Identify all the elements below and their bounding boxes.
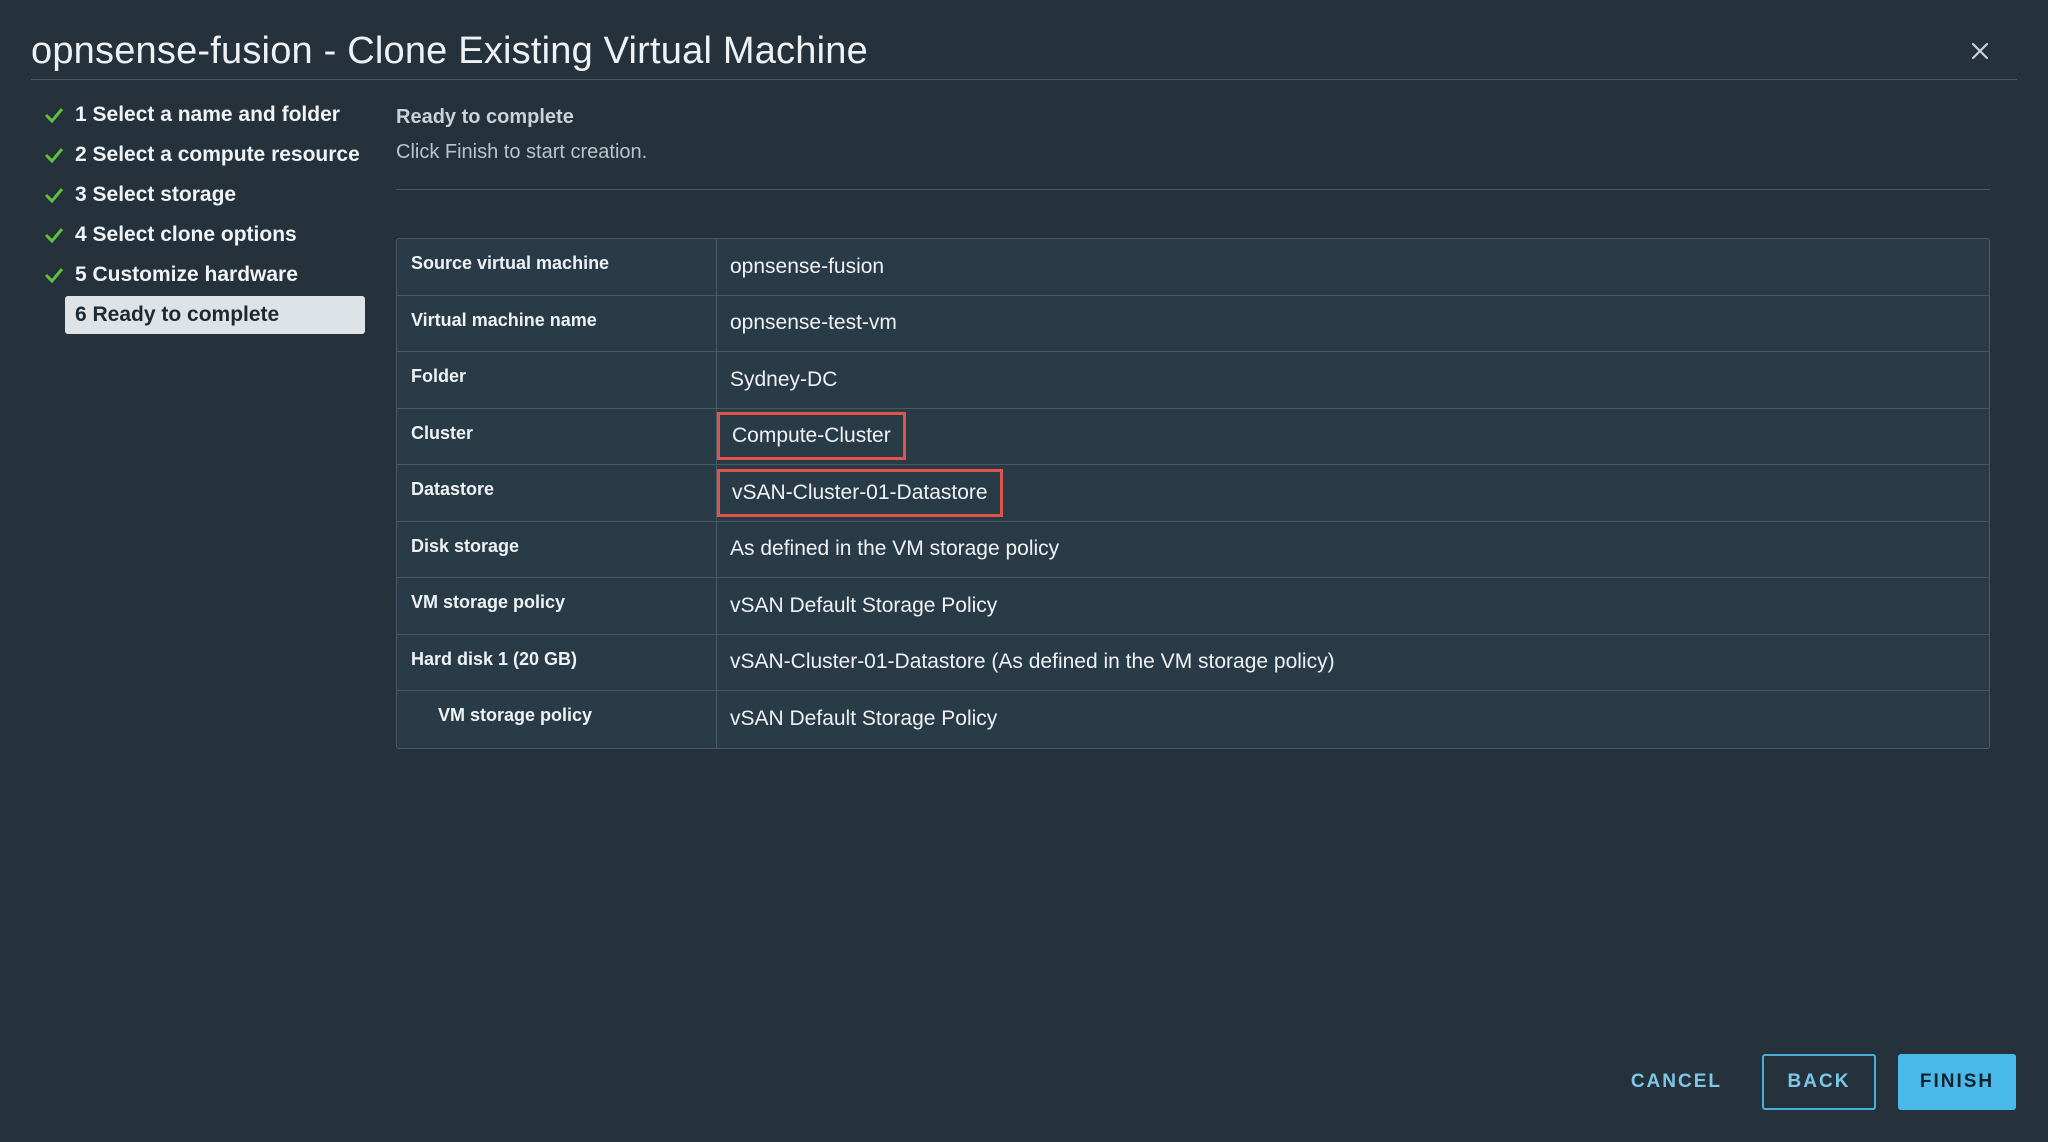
highlighted-value: Compute-Cluster xyxy=(717,412,906,461)
finish-button[interactable]: FINISH xyxy=(1898,1054,2016,1110)
table-row: Source virtual machine opnsense-fusion xyxy=(397,239,1989,296)
check-icon xyxy=(44,188,64,204)
dialog-header: opnsense-fusion - Clone Existing Virtual… xyxy=(31,22,2017,80)
step-label: 2 Select a compute resource xyxy=(75,143,360,166)
table-row: Folder Sydney-DC xyxy=(397,352,1989,409)
row-label: Folder xyxy=(397,352,717,408)
dialog-footer: CANCEL BACK FINISH xyxy=(1595,1054,2016,1110)
step-label: 6 Ready to complete xyxy=(75,303,280,326)
step-select-clone-options[interactable]: 4 Select clone options xyxy=(40,216,380,254)
row-value: vSAN Default Storage Policy xyxy=(730,707,998,731)
table-row: VM storage policy vSAN Default Storage P… xyxy=(397,578,1989,635)
row-value: Compute-Cluster xyxy=(717,409,1989,465)
table-row: Virtual machine name opnsense-test-vm xyxy=(397,295,1989,352)
row-label: VM storage policy xyxy=(397,578,717,634)
wizard-steps: 1 Select a name and folder 2 Select a co… xyxy=(40,96,380,336)
cancel-button[interactable]: CANCEL xyxy=(1595,1054,1758,1110)
summary-table: Source virtual machine opnsense-fusion V… xyxy=(396,238,1990,749)
step-select-name-folder[interactable]: 1 Select a name and folder xyxy=(40,96,380,134)
check-icon xyxy=(44,228,64,244)
step-select-compute-resource[interactable]: 2 Select a compute resource xyxy=(40,136,380,174)
step-select-storage[interactable]: 3 Select storage xyxy=(40,176,380,214)
row-label: Cluster xyxy=(397,408,717,464)
content-title: Ready to complete xyxy=(396,106,574,128)
clone-vm-dialog: opnsense-fusion - Clone Existing Virtual… xyxy=(0,0,2048,1142)
row-label: VM storage policy xyxy=(397,691,717,748)
step-label: 3 Select storage xyxy=(75,183,237,206)
row-value: opnsense-fusion xyxy=(730,254,885,278)
table-row: Datastore vSAN-Cluster-01-Datastore xyxy=(397,465,1989,522)
step-label: 4 Select clone options xyxy=(75,223,297,246)
close-icon[interactable] xyxy=(1965,36,1995,66)
highlighted-value: vSAN-Cluster-01-Datastore xyxy=(717,468,1003,517)
row-value: vSAN-Cluster-01-Datastore (As defined in… xyxy=(730,650,1335,674)
row-value: vSAN-Cluster-01-Datastore xyxy=(717,465,1989,521)
content-header: Ready to complete Click Finish to start … xyxy=(396,106,1990,190)
table-row: VM storage policy vSAN Default Storage P… xyxy=(397,691,1989,748)
row-label: Datastore xyxy=(397,465,717,521)
row-value: opnsense-test-vm xyxy=(730,311,897,335)
step-label: 1 Select a name and folder xyxy=(75,103,340,126)
table-row: Disk storage As defined in the VM storag… xyxy=(397,521,1989,578)
check-icon xyxy=(44,268,64,284)
dialog-title: opnsense-fusion - Clone Existing Virtual… xyxy=(31,30,868,72)
row-value: Sydney-DC xyxy=(730,367,838,391)
table-row: Hard disk 1 (20 GB) vSAN-Cluster-01-Data… xyxy=(397,634,1989,691)
row-label: Source virtual machine xyxy=(397,239,717,295)
row-label: Disk storage xyxy=(397,521,717,577)
row-label: Hard disk 1 (20 GB) xyxy=(397,634,717,690)
check-icon xyxy=(44,148,64,164)
row-value: As defined in the VM storage policy xyxy=(730,537,1060,561)
content-subtitle: Click Finish to start creation. xyxy=(396,141,648,163)
row-label: Virtual machine name xyxy=(397,295,717,351)
table-row: Cluster Compute-Cluster xyxy=(397,408,1989,465)
back-button[interactable]: BACK xyxy=(1762,1054,1876,1110)
check-icon xyxy=(44,108,64,124)
step-content: Ready to complete Click Finish to start … xyxy=(396,96,1990,749)
step-ready-to-complete[interactable]: 6 Ready to complete xyxy=(65,296,365,334)
step-customize-hardware[interactable]: 5 Customize hardware xyxy=(40,256,380,294)
step-label: 5 Customize hardware xyxy=(75,263,298,286)
row-value: vSAN Default Storage Policy xyxy=(730,593,998,617)
